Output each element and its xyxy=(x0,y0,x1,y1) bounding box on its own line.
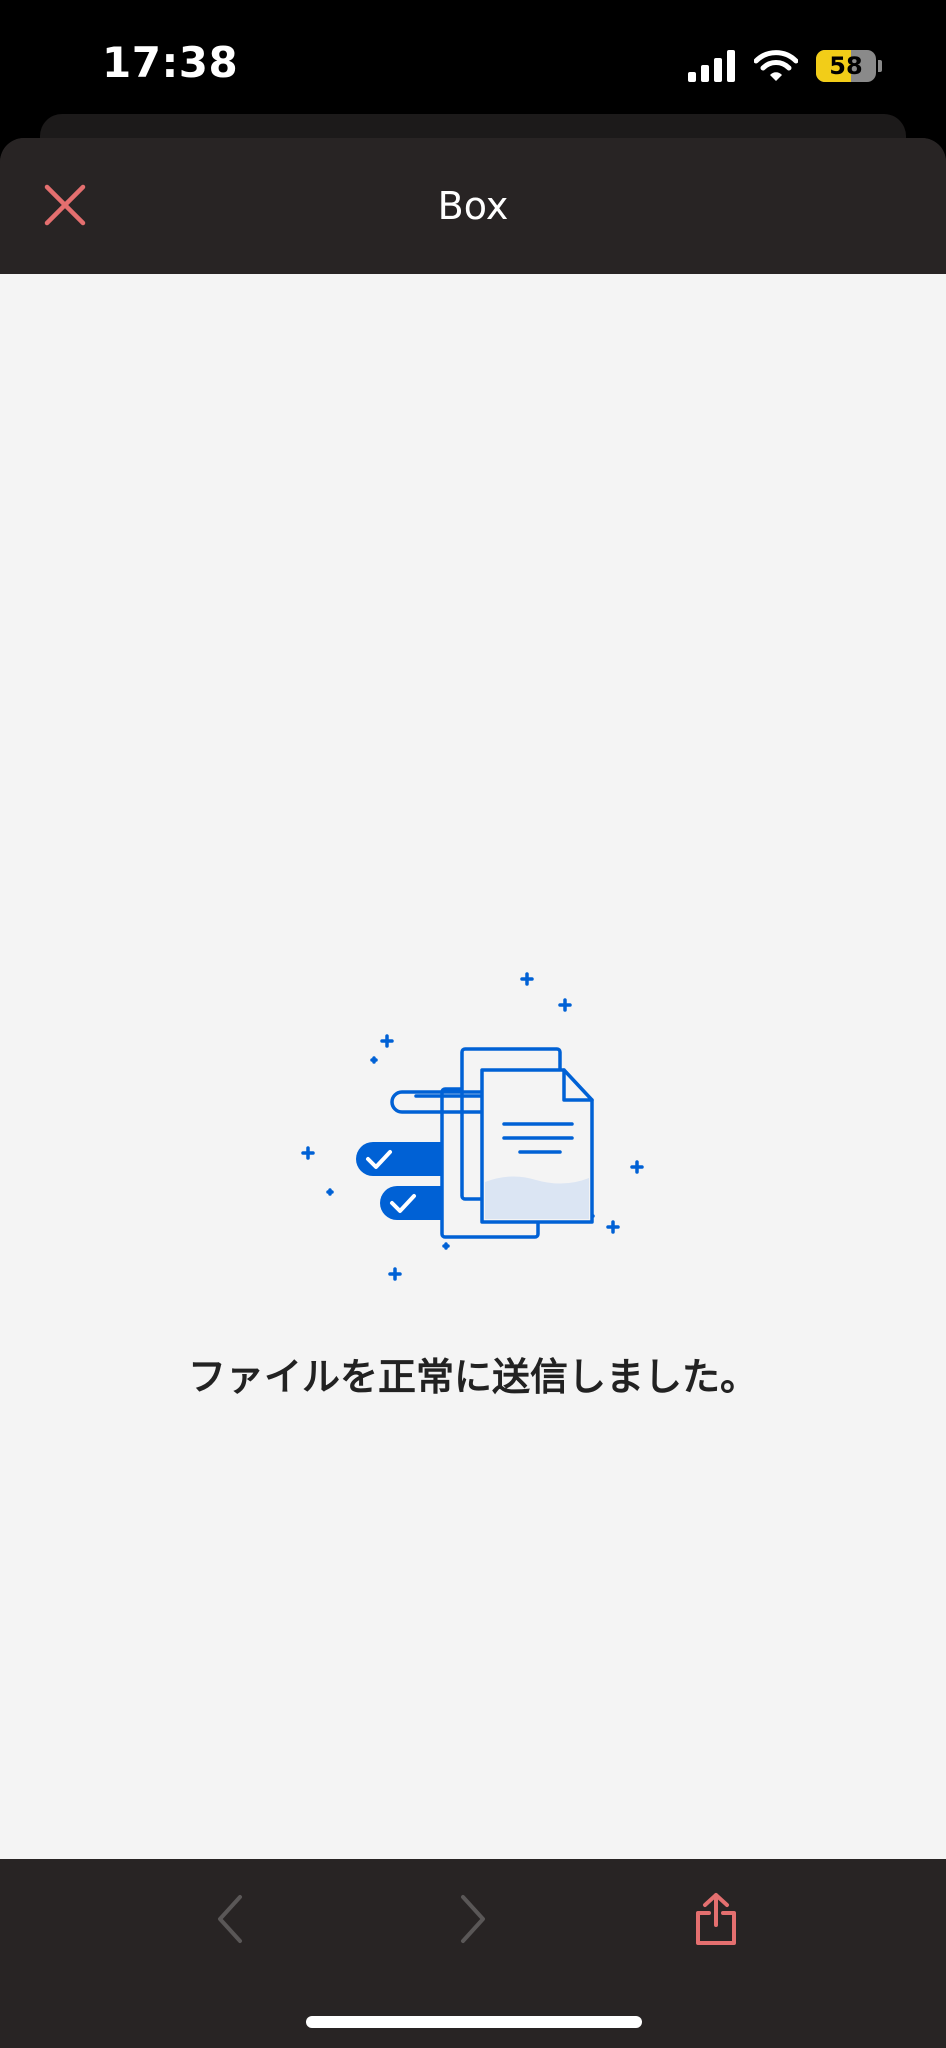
forward-button[interactable] xyxy=(433,1879,513,1959)
share-button[interactable] xyxy=(676,1879,756,1959)
modal-sheet: Box ファイルを正常に送信しました。 xyxy=(0,138,946,2048)
content-area: ファイルを正常に送信しました。 xyxy=(0,274,946,1859)
back-button[interactable] xyxy=(190,1879,270,1959)
battery-level: 58 xyxy=(829,52,863,80)
close-icon xyxy=(44,184,86,226)
battery-icon: 58 xyxy=(816,50,882,82)
wifi-icon xyxy=(754,50,798,81)
page-title: Box xyxy=(437,184,509,228)
share-icon xyxy=(696,1893,736,1945)
success-message: ファイルを正常に送信しました。 xyxy=(187,1355,758,1399)
status-time: 17:38 xyxy=(102,38,239,87)
files-sent-illustration xyxy=(301,972,644,1281)
status-bar: 17:38 58 xyxy=(0,0,946,120)
home-indicator[interactable] xyxy=(306,2016,642,2028)
status-icons: 58 xyxy=(688,44,882,88)
close-button[interactable] xyxy=(36,176,94,234)
header: Box xyxy=(0,138,946,274)
chevron-right-icon xyxy=(461,1895,485,1943)
chevron-left-icon xyxy=(218,1895,242,1943)
signal-icon xyxy=(688,50,735,82)
